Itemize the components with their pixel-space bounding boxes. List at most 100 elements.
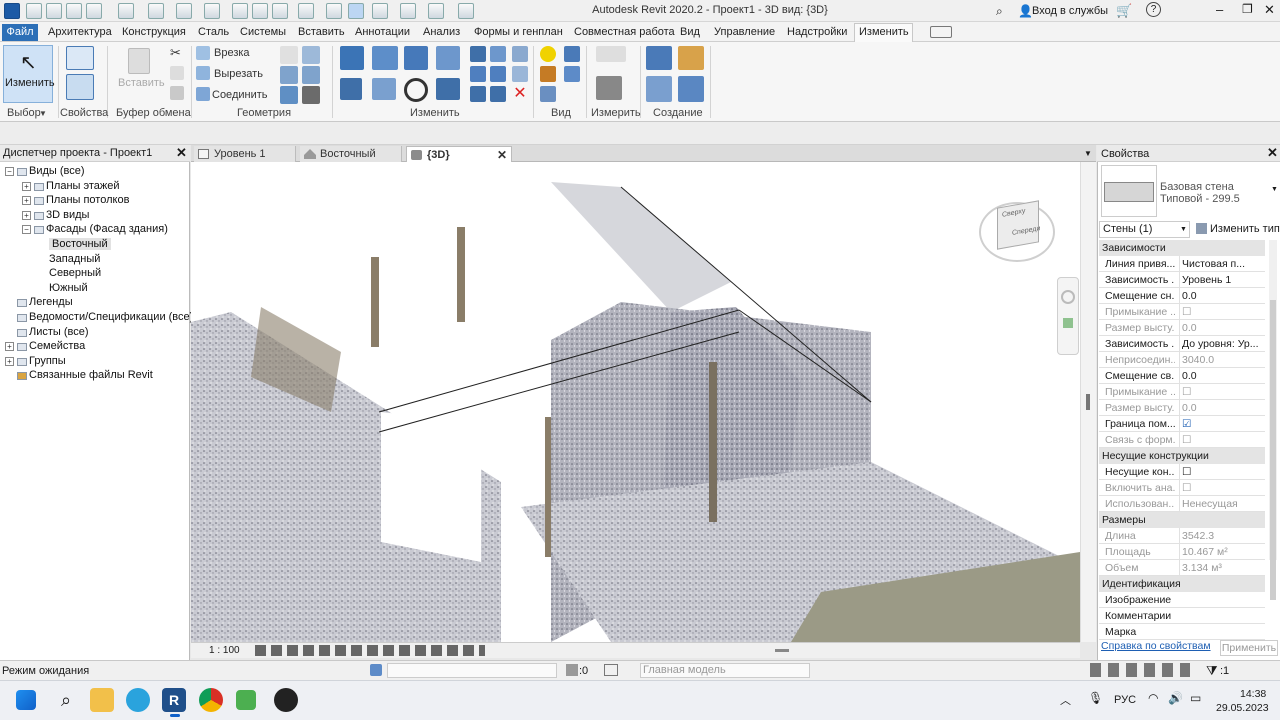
help-icon[interactable]: ? — [1146, 2, 1161, 17]
rotate-icon[interactable] — [404, 78, 428, 102]
cart-icon[interactable]: 🛒 — [1116, 3, 1132, 19]
switch-windows-icon[interactable] — [400, 3, 416, 19]
tree-item[interactable]: Ведомости/Спецификации (все) — [29, 311, 193, 323]
close-hidden-icon[interactable] — [372, 3, 388, 19]
move-icon[interactable] — [340, 78, 362, 100]
tab-3[interactable]: Системы — [240, 26, 286, 38]
selection-options-icons[interactable] — [1090, 663, 1190, 677]
tree-toggle[interactable]: + — [5, 356, 14, 366]
home-icon[interactable] — [428, 3, 444, 19]
minimize-icon[interactable]: – — [1216, 2, 1223, 17]
group-select[interactable]: Выбор — [7, 107, 41, 119]
tab-1[interactable]: Конструкция — [122, 26, 186, 38]
tab-12[interactable]: Изменить — [859, 26, 909, 38]
property-value[interactable]: 0.0 — [1179, 288, 1259, 304]
measure-between-icon[interactable] — [596, 46, 626, 62]
split-face-icon[interactable] — [302, 46, 320, 64]
element-filter[interactable]: Стены (1) ▼ — [1099, 221, 1190, 238]
tab-level-1[interactable]: Уровень 1 — [194, 146, 296, 162]
property-row[interactable]: Объем 3.134 м³ — [1099, 560, 1265, 576]
close-icon[interactable]: ✕ — [1267, 145, 1278, 161]
clock-date[interactable]: 29.05.2023 — [1216, 702, 1269, 714]
wall-joins-icon[interactable] — [280, 46, 298, 64]
tree-item[interactable]: Легенды — [29, 296, 73, 308]
clock-time[interactable]: 14:38 — [1240, 688, 1266, 700]
revit-icon[interactable]: R — [162, 688, 186, 712]
customize-icon[interactable] — [458, 3, 474, 19]
property-row[interactable]: Комментарии — [1099, 608, 1265, 624]
property-row[interactable]: Зависимость ... До уровня: Ур... — [1099, 336, 1265, 352]
undo-icon[interactable] — [118, 3, 134, 19]
binoculars-icon[interactable]: ⌕ — [996, 4, 1003, 19]
copy-icon[interactable] — [170, 66, 184, 80]
property-row[interactable]: Зависимость ... Уровень 1 — [1099, 272, 1265, 288]
viewport-scrollbar[interactable] — [1080, 162, 1096, 642]
match-type-icon[interactable] — [170, 86, 184, 100]
property-value[interactable]: 0.0 — [1179, 400, 1259, 416]
tab-3d[interactable]: {3D} ✕ — [406, 146, 512, 162]
tree-item[interactable]: Планы потолков — [46, 194, 129, 206]
tag-icon[interactable] — [252, 3, 268, 19]
property-value[interactable]: ☐ — [1179, 432, 1259, 448]
start-icon[interactable] — [16, 690, 36, 710]
tree-toggle[interactable]: − — [5, 167, 14, 176]
tree-toggle[interactable]: + — [22, 181, 31, 191]
property-value[interactable]: 0.0 — [1179, 368, 1259, 384]
tab-4[interactable]: Вставить — [298, 26, 345, 38]
design-option-select[interactable]: Главная модель — [640, 663, 810, 678]
hammer-icon[interactable] — [302, 86, 320, 104]
close-icon[interactable]: ✕ — [1264, 2, 1275, 18]
property-value[interactable]: Ненесущая — [1179, 496, 1259, 512]
navigation-bar[interactable] — [1057, 277, 1079, 355]
tab-10[interactable]: Управление — [714, 26, 775, 38]
tabs-menu-icon[interactable]: ▼ — [1084, 149, 1092, 158]
ribbon-options-icon[interactable] — [930, 26, 952, 38]
modify-button[interactable]: ↖ Изменить — [3, 45, 55, 103]
split-gap-icon[interactable] — [490, 46, 506, 62]
file-menu[interactable]: Файл — [2, 24, 38, 41]
properties-section[interactable]: Размеры — [1099, 512, 1265, 528]
override-icon[interactable] — [564, 46, 580, 62]
property-value[interactable]: ☐ — [1179, 304, 1259, 320]
beam-join-icon[interactable] — [280, 86, 298, 104]
tree-toggle[interactable]: − — [22, 225, 31, 235]
editing-requests-icon[interactable] — [604, 664, 618, 676]
speaker-icon[interactable]: 🔊 — [1168, 691, 1183, 705]
delete-icon[interactable]: ✕ — [512, 86, 528, 102]
split-icon[interactable] — [470, 46, 486, 62]
workset-select[interactable] — [387, 663, 557, 678]
user-icon[interactable]: 👤 — [1018, 4, 1033, 18]
tree-item[interactable]: 3D виды — [46, 209, 89, 221]
app-menu-icon[interactable] — [4, 3, 20, 19]
tab-8[interactable]: Совместная работа — [574, 26, 675, 38]
file-explorer-icon[interactable] — [90, 688, 114, 712]
trim-icon[interactable] — [436, 78, 460, 100]
property-value[interactable]: 3.134 м³ — [1179, 560, 1259, 576]
property-row[interactable]: Изображение — [1099, 592, 1265, 608]
view-scale[interactable]: 1 : 100 — [209, 645, 240, 656]
demolish-icon[interactable] — [302, 66, 320, 84]
tree-item[interactable]: Связанные файлы Revit — [29, 369, 153, 381]
tree-item[interactable]: Семейства — [29, 340, 85, 352]
chevron-down-icon[interactable]: ▼ — [1271, 186, 1278, 193]
properties-section[interactable]: Идентификация — [1099, 576, 1265, 592]
language-indicator[interactable]: РУС — [1114, 694, 1136, 706]
type-name[interactable]: Типовой - 299.5 — [1160, 193, 1240, 205]
property-row[interactable]: Использован... Ненесущая — [1099, 496, 1265, 512]
paint-view-icon[interactable] — [540, 86, 556, 102]
trim-multiple-icon[interactable] — [470, 86, 486, 102]
scroll-thumb[interactable] — [1086, 394, 1090, 410]
filter-icon[interactable]: ⧩ — [1206, 663, 1218, 679]
restore-icon[interactable]: ❐ — [1242, 2, 1253, 16]
aligned-dimension-icon[interactable] — [596, 76, 622, 100]
save-icon[interactable] — [66, 3, 82, 19]
property-value[interactable]: 10.467 м² — [1179, 544, 1259, 560]
offset-icon[interactable] — [372, 46, 398, 70]
property-value[interactable]: 3542.3 — [1179, 528, 1259, 544]
property-row[interactable]: Примыкание ... ☐ — [1099, 384, 1265, 400]
tree-item[interactable]: Листы (все) — [29, 326, 89, 338]
create-group-icon[interactable] — [646, 76, 672, 102]
property-row[interactable]: Граница пом... ☑ — [1099, 416, 1265, 432]
properties-section[interactable]: Несущие конструкции — [1099, 448, 1265, 464]
mirror-draw-icon[interactable] — [436, 46, 460, 70]
